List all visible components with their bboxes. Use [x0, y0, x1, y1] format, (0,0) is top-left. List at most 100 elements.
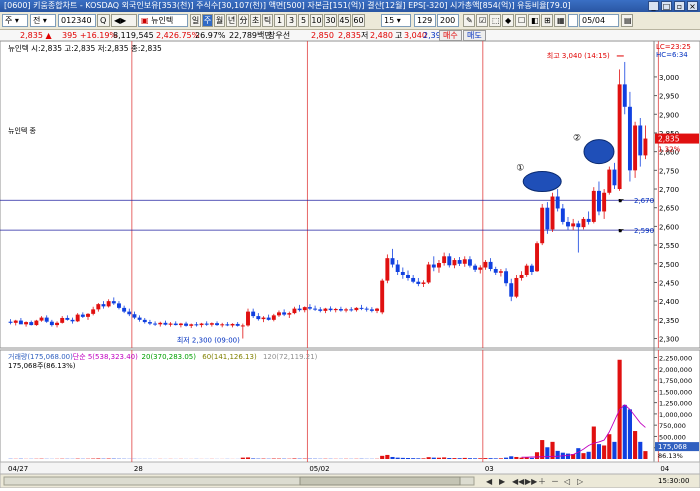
- volume-bar: [251, 458, 255, 459]
- candle-body: [246, 312, 250, 326]
- candle-body: [50, 322, 54, 325]
- candle-body: [427, 265, 431, 283]
- candle-body: [514, 278, 518, 297]
- pages-field[interactable]: 129: [414, 14, 436, 27]
- volume-bar: [401, 458, 405, 459]
- period-button-0[interactable]: 일: [190, 14, 201, 27]
- volume-bar: [483, 458, 487, 459]
- volume-bar: [628, 409, 632, 459]
- restore-icon[interactable]: ▫: [674, 1, 685, 11]
- candle-body: [9, 322, 13, 323]
- ref-line-label: 2,670: [634, 197, 654, 205]
- pages-value: 129: [417, 16, 432, 25]
- maximize-icon[interactable]: □: [661, 1, 672, 11]
- marker-label-2: ②: [573, 134, 581, 144]
- volume-bar: [504, 458, 508, 459]
- candle-body: [117, 303, 121, 307]
- volume-legend-item: 단순 5(538,323.40): [73, 352, 138, 361]
- close-icon[interactable]: ×: [687, 1, 698, 11]
- ref-line-label: 2,590: [634, 227, 654, 235]
- tool-button-6[interactable]: ◧: [528, 14, 540, 27]
- candle-body: [132, 314, 136, 317]
- volume-bar: [633, 431, 637, 459]
- high-annotation: 최고 3,040 (14:15): [547, 51, 610, 60]
- scroll-control-icon: ▷: [577, 477, 584, 486]
- candle-body: [643, 139, 647, 156]
- volume-bar: [432, 458, 436, 459]
- tool-button-4[interactable]: ◆: [502, 14, 514, 27]
- volume-bar: [499, 458, 503, 459]
- candle-body: [262, 318, 266, 319]
- candle-body: [241, 325, 245, 326]
- candle-body: [102, 304, 106, 306]
- period-button-7[interactable]: 1: [274, 14, 285, 27]
- buy-button[interactable]: 매수: [439, 30, 462, 41]
- sell-button[interactable]: 매도: [463, 30, 486, 41]
- period-button-13[interactable]: 60: [352, 14, 365, 27]
- candle-body: [545, 208, 549, 230]
- scroll-control-icon: ◁: [563, 477, 570, 486]
- tool-button-5[interactable]: ☐: [515, 14, 527, 27]
- candle-body: [200, 324, 204, 325]
- price-volume-chart[interactable]: 2,3002,3502,4002,4502,5002,5502,6002,650…: [0, 41, 700, 488]
- vol-tick-label: 1,750,000: [659, 377, 692, 385]
- candle-body: [251, 312, 255, 316]
- volume-bar: [607, 434, 611, 459]
- candle-body: [91, 309, 95, 313]
- stock-name-field[interactable]: ▣ 뉴인텍: [138, 14, 188, 27]
- candle-body: [96, 304, 100, 309]
- candle-body: [530, 266, 534, 272]
- tool-icon-2: ☑: [479, 16, 486, 25]
- candle-body: [189, 324, 193, 325]
- page-size-field[interactable]: 200: [437, 14, 459, 27]
- mode-select[interactable]: 전 ▾: [30, 14, 56, 27]
- period-button-12[interactable]: 45: [338, 14, 351, 27]
- candle-body: [339, 309, 343, 310]
- tool-button-1[interactable]: ✎: [463, 14, 475, 27]
- period-button-4[interactable]: 分: [238, 14, 249, 27]
- date-field[interactable]: 05/04: [579, 14, 619, 27]
- y-tick-label: 2,950: [659, 93, 679, 101]
- y-tick-label: 3,000: [659, 74, 679, 82]
- candle-body: [442, 256, 446, 263]
- low-label: 저: [361, 30, 368, 41]
- period-button-11[interactable]: 30: [324, 14, 337, 27]
- period-select[interactable]: 주 ▾: [2, 14, 28, 27]
- candle-body: [483, 262, 487, 268]
- period-button-1[interactable]: 주: [202, 14, 213, 27]
- candle-body: [29, 322, 33, 325]
- candle-body: [55, 323, 59, 325]
- y-tick-label: 2,450: [659, 279, 679, 287]
- volume-legend-item: 20(370,283.05): [142, 353, 197, 361]
- candle-body: [452, 260, 456, 265]
- toolbar-extra-button[interactable]: ▤: [621, 14, 633, 27]
- candle-body: [45, 318, 49, 322]
- period-button-10[interactable]: 10: [310, 14, 323, 27]
- tool-button-8[interactable]: ▦: [554, 14, 566, 27]
- period-button-6[interactable]: 틱: [262, 14, 273, 27]
- period-button-3[interactable]: 년: [226, 14, 237, 27]
- minimize-icon[interactable]: _: [648, 1, 659, 11]
- nav-buttons[interactable]: ◀▶: [111, 14, 137, 27]
- y-tick-label: 2,300: [659, 336, 679, 344]
- period-button-5[interactable]: 초: [250, 14, 261, 27]
- stock-code-input[interactable]: 012340: [58, 14, 96, 27]
- tool-button-3[interactable]: ⬚: [489, 14, 501, 27]
- volume-bar: [535, 452, 539, 459]
- candle-body: [344, 309, 348, 310]
- search-button[interactable]: Q: [97, 14, 110, 27]
- period-button-9[interactable]: 5: [298, 14, 309, 27]
- period-button-8[interactable]: 3: [286, 14, 297, 27]
- tool-button-2[interactable]: ☑: [476, 14, 488, 27]
- candle-body: [292, 309, 296, 313]
- date-checkbox[interactable]: [568, 14, 578, 27]
- candle-body: [231, 324, 235, 325]
- period-button-2[interactable]: 월: [214, 14, 225, 27]
- count-select[interactable]: 15 ▾: [381, 14, 411, 27]
- volume-bar: [478, 458, 482, 459]
- volume-bar: [489, 458, 493, 459]
- chart-area[interactable]: 2,3002,3502,4002,4502,5002,5502,6002,650…: [0, 41, 700, 488]
- volume-bar: [581, 453, 585, 459]
- candle-body: [86, 314, 90, 317]
- tool-button-7[interactable]: ⊞: [541, 14, 553, 27]
